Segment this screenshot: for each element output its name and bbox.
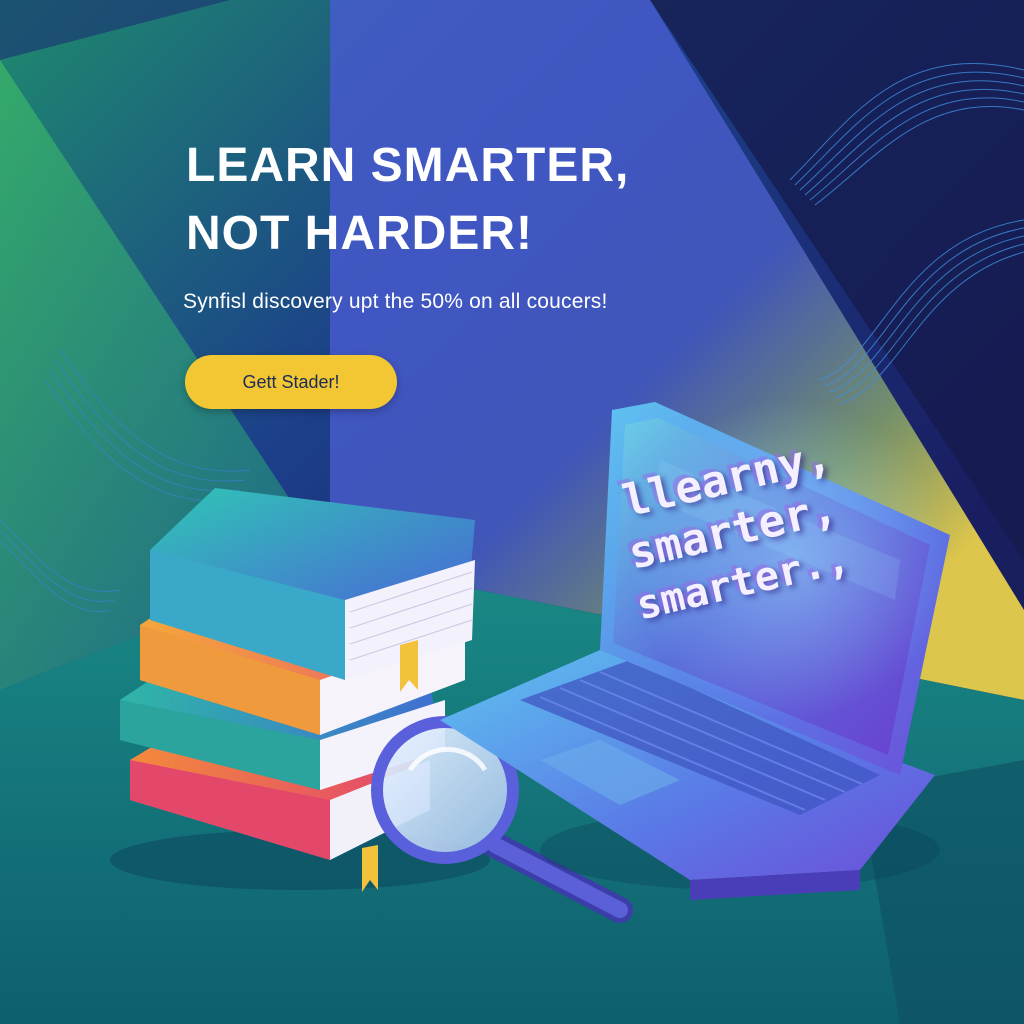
headline-line-2: NOT HARDER! [186,207,533,260]
promo-subtitle: Synfisl discovery upt the 50% on all cou… [183,290,608,313]
headline: LEARN SMARTER, NOT HARDER! [186,132,629,268]
headline-line-1: LEARN SMARTER, [186,139,630,192]
get-started-button[interactable]: Gett Stader! [185,355,397,409]
